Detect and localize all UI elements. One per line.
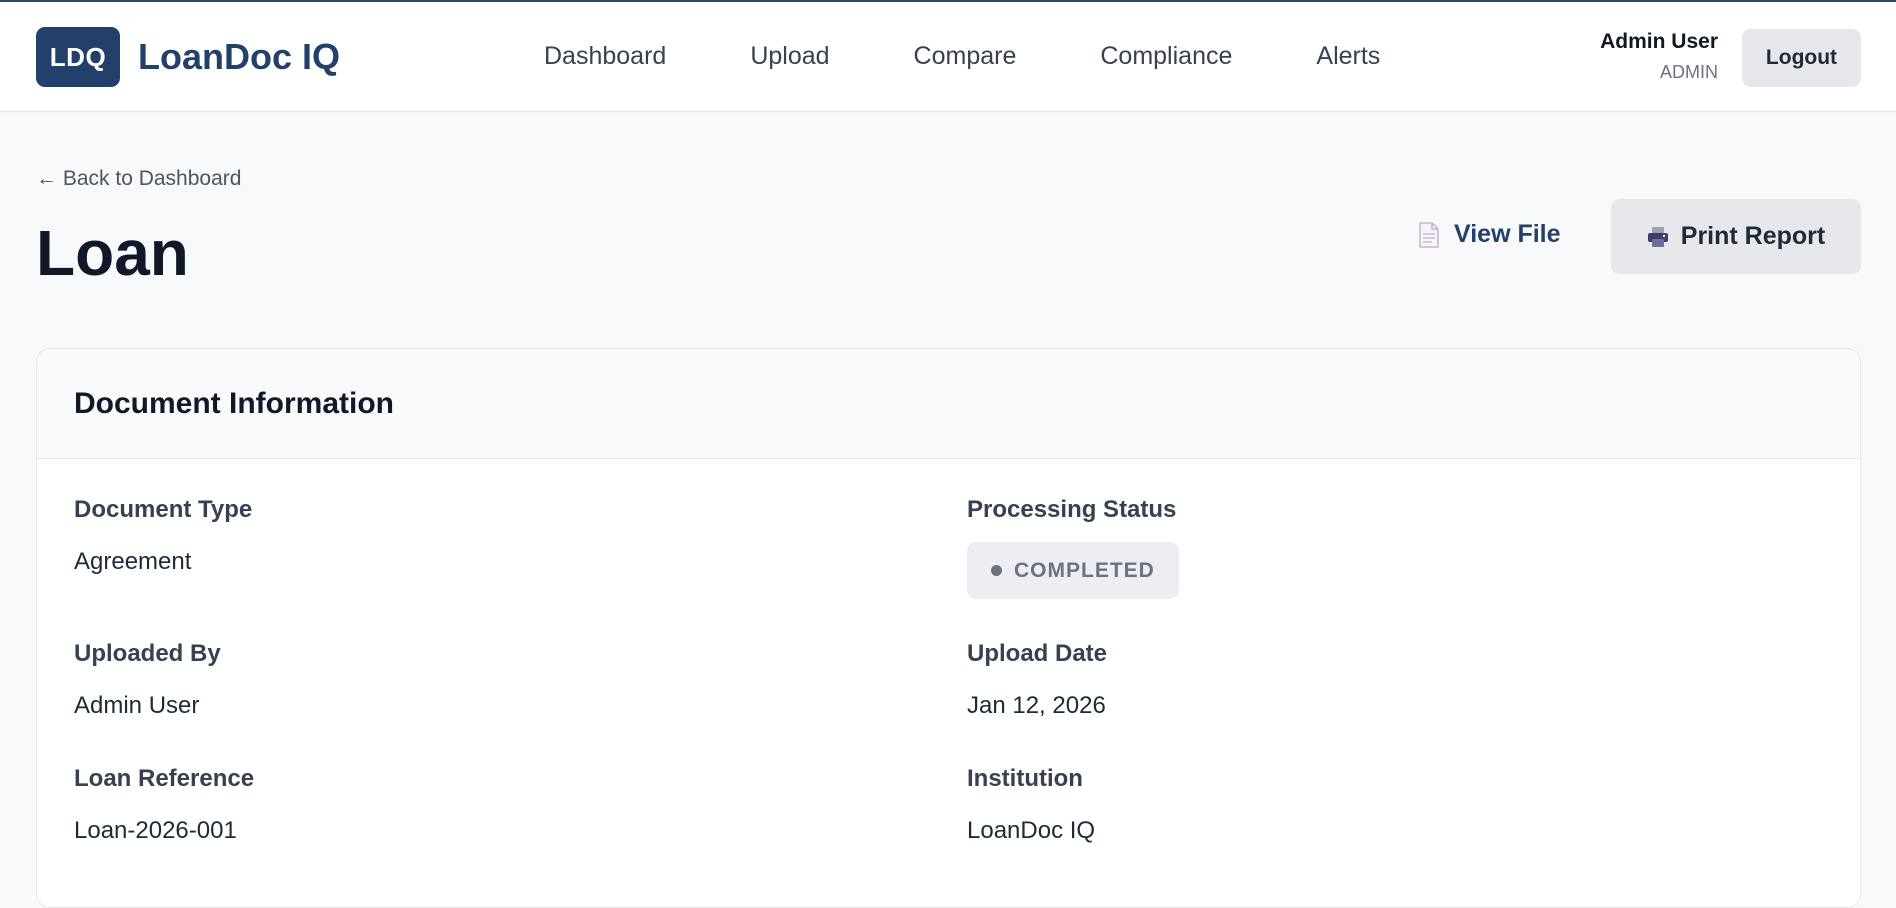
card-title: Document Information: [74, 386, 394, 420]
upload-date-field: Upload Date Jan 12, 2026: [967, 640, 1107, 720]
top-navbar: LDQ LoanDoc IQ Dashboard Upload Compare …: [0, 0, 1896, 112]
nav-upload[interactable]: Upload: [750, 42, 829, 71]
printer-icon: [1647, 226, 1668, 247]
institution-value: LoanDoc IQ: [967, 817, 1096, 844]
institution-field: Institution LoanDoc IQ: [967, 765, 1095, 845]
upload-date-label: Upload Date: [967, 640, 1108, 667]
loan-reference-label: Loan Reference: [74, 765, 255, 792]
view-file-button[interactable]: View File: [1418, 220, 1561, 249]
document-info-card: Document Information Document Type Agree…: [36, 348, 1861, 908]
page-title: Loan: [36, 217, 189, 289]
print-report-label: Print Report: [1680, 222, 1826, 250]
uploaded-by-field: Uploaded By Admin User: [74, 640, 221, 720]
status-badge: COMPLETED: [967, 542, 1179, 599]
logo-mark[interactable]: LDQ: [36, 27, 120, 87]
nav-compare[interactable]: Compare: [914, 42, 1017, 71]
nav-compliance[interactable]: Compliance: [1100, 42, 1232, 71]
document-type-field: Document Type Agreement: [74, 496, 252, 576]
card-header: Document Information: [37, 349, 1860, 459]
dot-icon: [991, 565, 1002, 576]
upload-date-value: Jan 12, 2026: [967, 692, 1106, 719]
institution-label: Institution: [967, 765, 1083, 792]
processing-status-label: Processing Status: [967, 496, 1177, 523]
user-name: Admin User: [1600, 30, 1718, 53]
view-file-label: View File: [1454, 220, 1561, 248]
uploaded-by-label: Uploaded By: [74, 640, 221, 667]
processing-status-field: Processing Status COMPLETED: [967, 496, 1179, 599]
nav-dashboard[interactable]: Dashboard: [544, 42, 666, 71]
print-report-button[interactable]: Print Report: [1611, 199, 1861, 274]
loan-reference-value: Loan-2026-001: [74, 817, 237, 844]
user-info: Admin User ADMIN: [1600, 30, 1718, 83]
back-to-dashboard-link[interactable]: ← Back to Dashboard: [36, 167, 241, 191]
user-role: ADMIN: [1660, 62, 1718, 82]
document-type-value: Agreement: [74, 548, 192, 575]
app-name[interactable]: LoanDoc IQ: [138, 36, 340, 78]
document-type-label: Document Type: [74, 496, 253, 523]
main-nav: Dashboard Upload Compare Compliance Aler…: [544, 42, 1464, 71]
document-icon: [1419, 221, 1439, 248]
status-text: COMPLETED: [1014, 558, 1155, 582]
logout-button[interactable]: Logout: [1742, 29, 1861, 87]
uploaded-by-value: Admin User: [74, 692, 200, 719]
nav-alerts[interactable]: Alerts: [1316, 42, 1380, 71]
loan-reference-field: Loan Reference Loan-2026-001: [74, 765, 254, 845]
